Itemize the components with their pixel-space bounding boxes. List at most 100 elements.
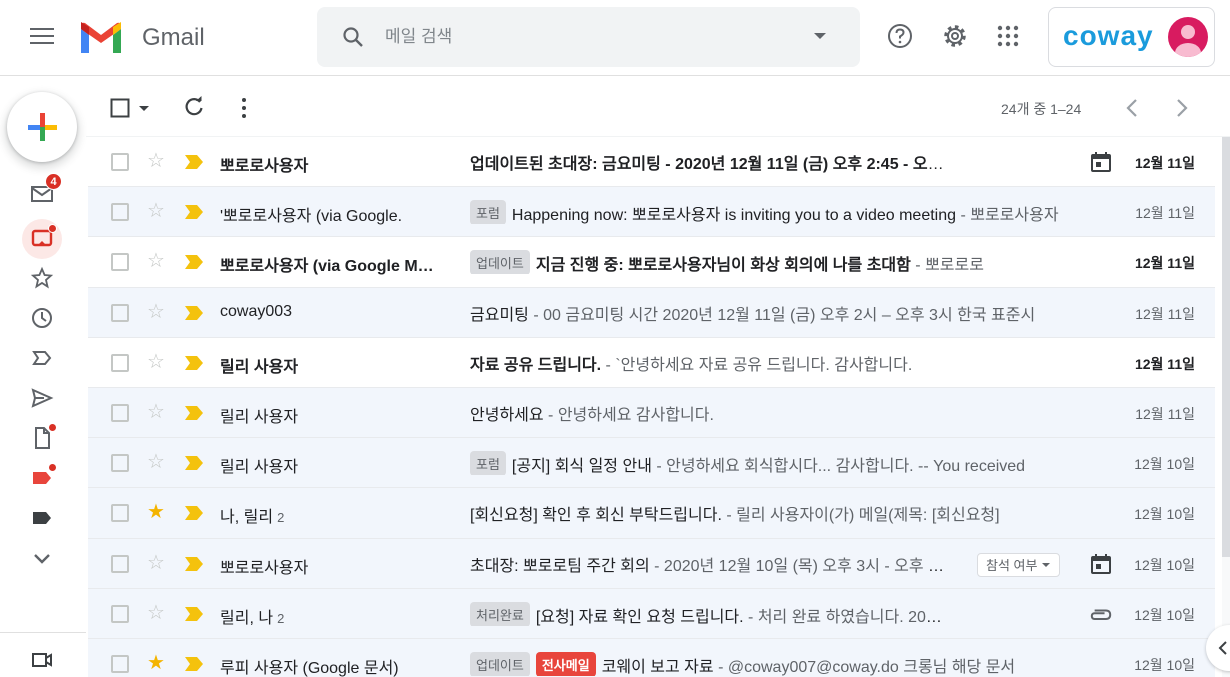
star-icon[interactable]: ☆ <box>147 402 165 422</box>
table-row[interactable]: ★ 루피 사용자 (Google 문서) 업데이트 전사메일 코웨이 보고 자료 -… <box>88 638 1215 677</box>
table-row[interactable]: ☆ 뽀로로사용자 초대장: 뽀로로팀 주간 회의 - 2020년 12월 10일… <box>88 538 1215 589</box>
importance-marker-icon[interactable] <box>184 656 204 672</box>
chevron-down-icon[interactable] <box>30 546 54 570</box>
clock-icon[interactable] <box>30 306 54 330</box>
importance-marker-icon[interactable] <box>184 305 204 321</box>
row-checkbox[interactable] <box>111 153 129 171</box>
star-icon[interactable]: ☆ <box>147 302 165 322</box>
prev-page-icon[interactable] <box>1124 98 1140 123</box>
video-icon[interactable] <box>30 648 54 672</box>
mail-content[interactable]: [회신요청] 확인 후 회신 부탁드립니다. - 릴리 사용자이(가) 메일(제… <box>470 501 1074 525</box>
label-icon[interactable] <box>30 346 54 370</box>
apps-icon[interactable] <box>994 22 1022 50</box>
importance-marker-icon[interactable] <box>184 254 204 270</box>
mail-label[interactable]: 전사메일 <box>535 651 596 676</box>
table-row[interactable]: ☆ 뽀로로사용자 업데이트된 초대장: 금요미팅 - 2020년 12월 11일… <box>88 137 1215 188</box>
account-switcher[interactable]: coway <box>1048 7 1215 67</box>
settings-icon[interactable] <box>941 22 969 50</box>
mail-date: 12월 11일 <box>1134 255 1195 272</box>
row-checkbox[interactable] <box>111 403 129 422</box>
mail-content[interactable]: 초대장: 뽀로로팀 주간 회의 - 2020년 12월 10일 (목) 오후 3… <box>470 552 946 576</box>
row-checkbox[interactable] <box>111 654 129 673</box>
star-icon[interactable] <box>30 266 54 290</box>
star-icon[interactable]: ☆ <box>147 452 165 472</box>
row-checkbox[interactable] <box>111 554 129 573</box>
row-checkbox[interactable] <box>111 504 129 523</box>
mail-content[interactable]: 업데이트된 초대장: 금요미팅 - 2020년 12월 11일 (금) 오후 2… <box>470 150 946 174</box>
next-page-icon[interactable] <box>1174 98 1190 123</box>
compose-button[interactable] <box>7 92 77 162</box>
star-icon[interactable]: ★ <box>147 502 165 522</box>
help-icon[interactable] <box>886 22 914 50</box>
star-icon[interactable]: ☆ <box>147 352 165 372</box>
search-icon[interactable] <box>341 25 365 49</box>
attachment-icon[interactable] <box>1090 603 1112 630</box>
importance-marker-icon[interactable] <box>184 606 204 622</box>
importance-marker-icon[interactable] <box>184 556 204 572</box>
mail-subject: 코웨이 보고 자료 <box>601 658 714 676</box>
sender-text: 릴리 사용자 <box>220 408 299 426</box>
gmail-logo[interactable]: Gmail <box>78 20 205 56</box>
importance-marker-icon[interactable] <box>184 204 204 220</box>
send-icon[interactable] <box>30 386 54 410</box>
mail-label[interactable]: 포럼 <box>470 200 506 225</box>
table-row[interactable]: ☆ 릴리 사용자 포럼 [공지] 회식 일정 안내 - 안녕하세요 회식합시다..… <box>88 438 1215 489</box>
star-icon[interactable]: ☆ <box>147 201 165 221</box>
compose-plus-icon <box>28 113 57 141</box>
inbox-icon[interactable]: 4 <box>30 173 62 206</box>
importance-marker-icon[interactable] <box>184 505 204 521</box>
search-options-icon[interactable] <box>813 29 827 43</box>
star-icon[interactable]: ☆ <box>147 553 165 573</box>
avatar[interactable] <box>1168 17 1208 57</box>
mail-content[interactable]: 포럼 [공지] 회식 일정 안내 - 안녕하세요 회식합시다... 감사합니다. … <box>470 451 1074 476</box>
star-icon[interactable]: ☆ <box>147 251 165 271</box>
label-dark-icon[interactable] <box>30 506 54 530</box>
menu-icon[interactable] <box>30 28 54 46</box>
row-checkbox[interactable] <box>111 454 129 473</box>
table-row[interactable]: ☆ 릴리, 나2 처리완료 [요청] 자료 확인 요청 드립니다. - 처리 완료… <box>88 588 1215 639</box>
star-icon[interactable]: ★ <box>147 653 165 673</box>
importance-marker-icon[interactable] <box>184 405 204 421</box>
scrollbar-thumb[interactable] <box>1222 137 1230 557</box>
table-row[interactable]: ☆ 뽀로로사용자 (via Google Meet) 업데이트 지금 진행 중: … <box>88 237 1215 288</box>
calendar-icon[interactable] <box>1090 151 1112 178</box>
more-options-icon[interactable] <box>240 97 248 124</box>
select-dropdown-icon[interactable] <box>138 102 150 120</box>
row-checkbox[interactable] <box>111 203 129 222</box>
mail-label[interactable]: 업데이트 <box>470 651 530 676</box>
table-row[interactable]: ☆ 릴리 사용자 안녕하세요 - 안녕하세요 감사합니다. 12월 11일 <box>88 387 1215 439</box>
table-row[interactable]: ☆ '뽀로로사용자 (via Google. 포럼 Happening now: … <box>88 187 1215 238</box>
row-checkbox[interactable] <box>111 253 129 272</box>
mail-content[interactable]: 업데이트 전사메일 코웨이 보고 자료 - @coway007@coway.do 크… <box>470 651 1074 676</box>
row-checkbox[interactable] <box>111 303 129 322</box>
meet-icon[interactable] <box>30 224 57 251</box>
star-icon[interactable]: ☆ <box>147 151 165 171</box>
refresh-icon[interactable] <box>183 96 205 123</box>
table-row[interactable]: ☆ 릴리 사용자 자료 공유 드립니다. - `안녕하세요 자료 공유 드립니다… <box>88 337 1215 388</box>
sender-name: 뽀로로사용자 <box>220 554 440 578</box>
mail-content[interactable]: 처리완료 [요청] 자료 확인 요청 드립니다. - 처리 완료 하였습니다. 2… <box>470 601 946 626</box>
star-icon[interactable]: ☆ <box>147 603 165 623</box>
search-input[interactable] <box>385 17 795 57</box>
label-red-icon[interactable] <box>30 463 57 490</box>
mail-content[interactable]: 업데이트 지금 진행 중: 뽀로로사용자님이 화상 회의에 나를 초대함 - 뽀로… <box>470 250 1074 275</box>
importance-marker-icon[interactable] <box>184 355 204 371</box>
row-checkbox[interactable] <box>111 353 129 372</box>
mail-content[interactable]: 안녕하세요 - 안녕하세요 감사합니다. <box>470 401 1074 425</box>
row-checkbox[interactable] <box>111 604 129 623</box>
table-row[interactable]: ☆ coway003 금요미팅 - 00 금요미팅 시간 2020년 12월 1… <box>88 287 1215 338</box>
draft-icon[interactable] <box>30 423 57 450</box>
calendar-icon[interactable] <box>1090 553 1112 580</box>
mail-content[interactable]: 자료 공유 드립니다. - `안녕하세요 자료 공유 드립니다. 감사합니다. <box>470 351 1074 375</box>
mail-content[interactable]: 포럼 Happening now: 뽀로로사용자 is inviting you … <box>470 200 1074 225</box>
table-row[interactable]: ★ 나, 릴리 2 [회신요청] 확인 후 회신 부탁드립니다. - 릴리 사용자… <box>88 488 1215 539</box>
importance-marker-icon[interactable] <box>184 154 204 170</box>
rsvp-dropdown[interactable]: 참석 여부 <box>977 552 1061 577</box>
sender-name: coway003 <box>220 303 440 321</box>
importance-marker-icon[interactable] <box>184 455 204 471</box>
mail-label[interactable]: 처리완료 <box>470 601 530 626</box>
mail-content[interactable]: 금요미팅 - 00 금요미팅 시간 2020년 12월 11일 (금) 오후 2… <box>470 301 1074 325</box>
mail-label[interactable]: 포럼 <box>470 451 506 476</box>
select-all-checkbox[interactable] <box>110 98 130 123</box>
mail-label[interactable]: 업데이트 <box>470 250 530 275</box>
